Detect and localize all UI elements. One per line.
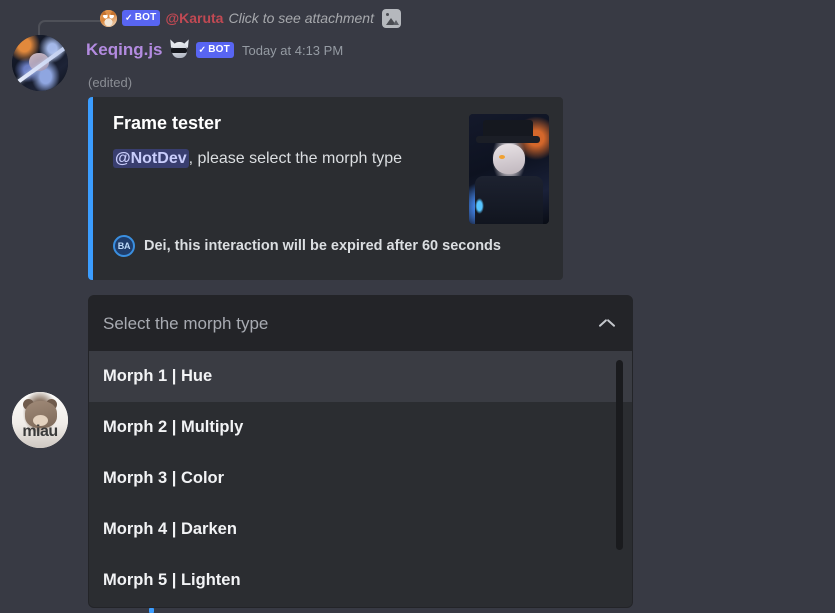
reply-reference-row[interactable]: ✓ BOT @Karuta Click to see attachment xyxy=(0,4,835,46)
verified-check-icon: ✓ xyxy=(198,44,207,54)
thumbnail-glow xyxy=(475,198,484,214)
reply-avatar-ear-left xyxy=(101,9,107,15)
image-icon-sun xyxy=(385,12,390,16)
select-option-morph-3[interactable]: Morph 3 | Color xyxy=(89,453,632,504)
reply-author-name[interactable]: @Karuta xyxy=(165,10,223,26)
select-option-morph-5[interactable]: Morph 5 | Lighten xyxy=(89,555,632,606)
message-bot-badge: ✓ BOT xyxy=(195,42,234,58)
reply-bot-badge-label: BOT xyxy=(134,12,157,23)
chevron-up-icon[interactable] xyxy=(599,319,615,328)
message-header: Keqing.js ✓ BOT Today at 4:13 PM xyxy=(86,37,344,62)
reply-preview-text[interactable]: Click to see attachment xyxy=(228,10,374,26)
next-embed-accent-peek xyxy=(149,608,154,613)
reply-bot-badge: ✓ BOT xyxy=(122,10,161,26)
reply-avatar[interactable] xyxy=(100,9,117,27)
thumbnail-hat-brim xyxy=(476,136,540,143)
select-option-morph-2[interactable]: Morph 2 | Multiply xyxy=(89,402,632,453)
select-menu-placeholder: Select the morph type xyxy=(103,313,269,333)
skull-sunglasses-emoji xyxy=(167,37,191,61)
embed-inner: Frame tester @NotDev, please select the … xyxy=(93,97,563,280)
select-option-morph-1[interactable]: Morph 1 | Hue xyxy=(89,351,632,402)
message-timestamp: Today at 4:13 PM xyxy=(241,42,344,58)
thumbnail-eye xyxy=(499,155,505,159)
select-menu-scrollbar-thumb[interactable] xyxy=(616,360,623,550)
user-mention[interactable]: @NotDev xyxy=(113,148,189,168)
embed-description-text: , please select the morph type xyxy=(188,149,403,167)
thumbnail-face xyxy=(493,144,525,174)
image-icon xyxy=(381,8,401,28)
select-menu-scrollbar-track[interactable] xyxy=(616,354,628,604)
embed-footer-text: Dei, this interaction will be expired af… xyxy=(144,238,501,254)
embed-footer-icon: BA xyxy=(113,235,135,257)
select-menu-header[interactable]: Select the morph type xyxy=(89,296,632,351)
message-bot-badge-label: BOT xyxy=(208,44,230,55)
embed-thumbnail[interactable] xyxy=(469,114,549,224)
second-avatar-caption: miau xyxy=(22,423,58,440)
reply-content[interactable]: ✓ BOT @Karuta Click to see attachment xyxy=(100,6,401,30)
select-menu-options-list[interactable]: Morph 1 | Hue Morph 2 | Multiply Morph 3… xyxy=(89,351,632,607)
message-author-name[interactable]: Keqing.js xyxy=(86,40,163,60)
verified-check-icon: ✓ xyxy=(125,12,133,22)
embed-footer: BA Dei, this interaction will be expired… xyxy=(113,235,501,257)
embed-description: @NotDev, please select the morph type xyxy=(113,148,433,170)
morph-type-select-menu[interactable]: Select the morph type Morph 1 | Hue Morp… xyxy=(88,295,633,608)
message-edited-label: (edited) xyxy=(88,75,133,90)
thumbnail-coat xyxy=(475,176,543,224)
message-avatar[interactable] xyxy=(12,35,68,91)
reply-avatar-ear-right xyxy=(110,9,116,15)
second-message-avatar[interactable]: miau xyxy=(12,392,68,448)
image-icon-mountain-small xyxy=(392,19,399,25)
skull-sunglasses xyxy=(171,47,188,53)
message-embed: Frame tester @NotDev, please select the … xyxy=(88,97,563,280)
select-option-morph-4[interactable]: Morph 4 | Darken xyxy=(89,504,632,555)
